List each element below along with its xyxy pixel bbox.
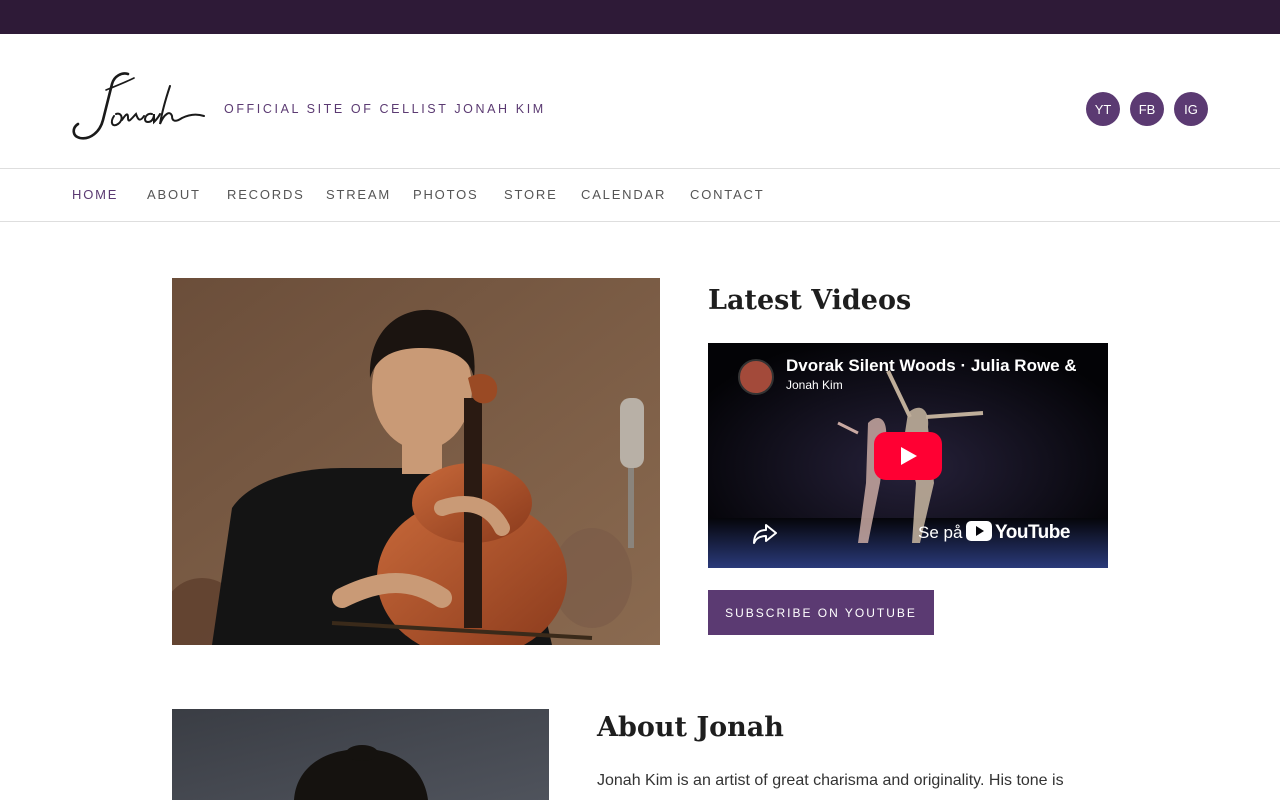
nav-item-stream[interactable]: STREAM (326, 187, 391, 202)
site-header: OFFICIAL SITE OF CELLIST JONAH KIM YT FB… (0, 34, 1280, 168)
share-icon[interactable] (752, 521, 778, 545)
top-bar (0, 0, 1280, 34)
video-title[interactable]: Dvorak Silent Woods · Julia Rowe & (786, 356, 1076, 376)
youtube-logo-icon[interactable] (966, 521, 992, 541)
nav-item-records[interactable]: RECORDS (227, 187, 305, 202)
facebook-icon: FB (1138, 101, 1156, 117)
nav-item-photos[interactable]: PHOTOS (413, 187, 478, 202)
youtube-icon: YT (1094, 101, 1112, 117)
play-button[interactable] (874, 432, 942, 480)
instagram-social-button[interactable]: IG (1174, 92, 1208, 126)
youtube-wordmark[interactable]: YouTube (995, 522, 1070, 544)
signature-logo-icon (72, 72, 205, 140)
video-channel-name[interactable]: Jonah Kim (786, 378, 843, 392)
nav-item-contact[interactable]: CONTACT (690, 187, 764, 202)
channel-avatar[interactable] (738, 359, 774, 395)
nav-item-about[interactable]: ABOUT (147, 187, 201, 202)
cellist-performance-photo (172, 278, 660, 645)
youtube-video-embed[interactable]: Dvorak Silent Woods · Julia Rowe & Jonah… (708, 343, 1108, 568)
site-logo[interactable] (70, 68, 206, 150)
nav-item-home[interactable]: HOME (72, 187, 118, 202)
youtube-social-button[interactable]: YT (1086, 92, 1120, 126)
facebook-social-button[interactable]: FB (1130, 92, 1164, 126)
play-icon (901, 447, 917, 465)
instagram-icon: IG (1184, 101, 1198, 117)
about-heading: About Jonah (597, 712, 784, 743)
about-paragraph: Jonah Kim is an artist of great charisma… (597, 772, 1064, 789)
latest-videos-heading: Latest Videos (708, 285, 912, 316)
site-tagline: OFFICIAL SITE OF CELLIST JONAH KIM (224, 102, 546, 116)
jonah-portrait-photo (172, 709, 549, 800)
nav-item-calendar[interactable]: CALENDAR (581, 187, 666, 202)
main-nav: HOME ABOUT RECORDS STREAM PHOTOS STORE C… (0, 168, 1280, 222)
subscribe-youtube-button[interactable]: SUBSCRIBE ON YOUTUBE (708, 590, 934, 635)
watch-on-label[interactable]: Se på (918, 523, 962, 543)
nav-item-store[interactable]: STORE (504, 187, 558, 202)
